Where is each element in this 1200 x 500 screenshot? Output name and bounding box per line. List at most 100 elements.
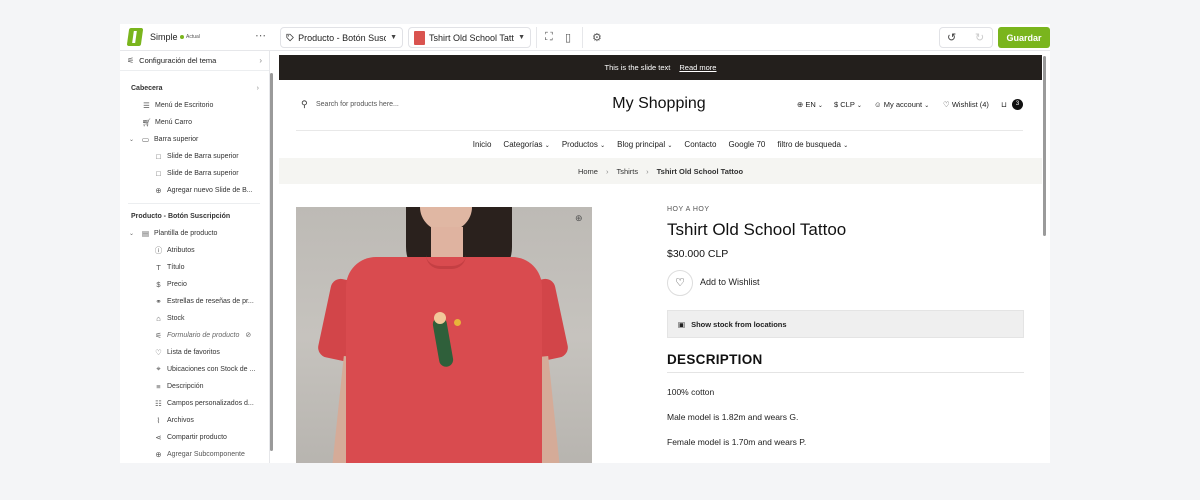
sidebar-item-attributes[interactable]: ⓘ Atributos <box>153 242 269 258</box>
nav-item-categorias[interactable]: Categorías ⌄ <box>503 140 549 149</box>
wishlist-link[interactable]: ♡ Wishlist (4) <box>943 100 989 109</box>
cart-icon: 🛒︎ <box>141 117 152 127</box>
fullscreen-icon[interactable]: ⛶ <box>545 31 553 44</box>
nav-item-filtro[interactable]: filtro de busqueda ⌄ <box>777 140 848 149</box>
sidebar-item-review-stars[interactable]: ⚭ Estrellas de reseñas de pr... <box>153 293 269 309</box>
section-header-cabecera[interactable]: Cabecera › <box>131 80 259 96</box>
page-select-label: Producto - Botón Susc... <box>298 32 387 43</box>
eye-off-icon[interactable]: ⊘ <box>245 331 251 339</box>
text-icon: T <box>156 262 161 272</box>
menu-icon: ☰ <box>143 100 150 110</box>
sidebar-item-label: Precio <box>167 280 187 288</box>
sidebar-item-wishlist[interactable]: ♡ Lista de favoritos <box>153 344 269 360</box>
chevron-right-icon: › <box>256 84 259 92</box>
mobile-view-icon[interactable]: ▯ <box>565 31 571 44</box>
template-icon: ▤ <box>141 228 150 238</box>
nav-item-label: filtro de busqueda <box>777 139 841 149</box>
cart-count-badge: 3 <box>1012 99 1023 110</box>
heart-icon: ♡ <box>943 100 950 109</box>
preview-scrollbar[interactable] <box>1043 56 1046 236</box>
sidebar-item-label: Campos personalizados d... <box>167 399 254 407</box>
sidebar-item-description[interactable]: ≡ Descripción <box>153 378 269 394</box>
save-button[interactable]: Guardar <box>998 27 1050 48</box>
sidebar-item-label: Menú Carro <box>155 118 192 126</box>
search-icon[interactable]: ⚲ <box>301 99 308 110</box>
chevron-down-icon: ⌄ <box>600 142 606 149</box>
description-heading: DESCRIPTION <box>667 352 763 367</box>
sidebar-item-stock-locations[interactable]: ⌖ Ubicaciones con Stock de ... <box>153 361 269 377</box>
section-header-label: Producto - Botón Suscripción <box>131 212 231 220</box>
add-subcomponent-button[interactable]: ⊕ Agregar Subcomponente <box>153 446 269 462</box>
breadcrumb: Home › Tshirts › Tshirt Old School Tatto… <box>279 158 1042 184</box>
sidebar-item-stock[interactable]: ⌂ Stock <box>153 310 269 326</box>
store-preview: This is the slide text Read more ⚲ Searc… <box>279 55 1046 463</box>
nav-item-google[interactable]: Google 70 <box>728 140 765 149</box>
redo-icon[interactable]: ↻ <box>975 31 984 44</box>
sidebar-item-product-template[interactable]: ⌄ ▤ Plantilla de producto <box>128 225 268 241</box>
add-slide-button[interactable]: ⊕ Agregar nuevo Slide de B... <box>153 182 269 198</box>
divider <box>536 27 537 48</box>
nav-item-blog[interactable]: Blog principal ⌄ <box>617 140 672 149</box>
sidebar-item-product-form[interactable]: ⚟ Formulario de producto ⊘ <box>153 327 269 343</box>
announcement-link[interactable]: Read more <box>679 63 716 72</box>
divider <box>667 372 1024 373</box>
sidebar-item-slide-1[interactable]: □ Slide de Barra superior <box>153 148 269 164</box>
sidebar-scrollbar[interactable] <box>270 73 273 451</box>
currency-select[interactable]: $ CLP ⌄ <box>834 100 862 109</box>
theme-name[interactable]: Simple <box>150 32 178 42</box>
sidebar-item-top-bar[interactable]: ⌄ ▭ Barra superior <box>128 131 268 147</box>
sidebar-item-share[interactable]: ⋖ Compartir producto <box>153 429 269 445</box>
product-select-label: Tshirt Old School Tattoo <box>429 32 514 43</box>
wishlist-label: Wishlist (4) <box>951 100 989 109</box>
undo-icon[interactable]: ↺ <box>947 31 956 44</box>
section-header-product[interactable]: Producto - Botón Suscripción <box>131 208 269 224</box>
store-brand[interactable]: My Shopping <box>579 95 739 113</box>
account-menu[interactable]: ☺ My account ⌄ <box>874 100 929 109</box>
account-label: My account <box>883 100 923 109</box>
search-input[interactable]: Search for products here... <box>316 101 399 108</box>
ellipsis-icon[interactable]: ⋯ <box>255 29 267 42</box>
breadcrumb-home[interactable]: Home <box>578 167 598 176</box>
sidebar-item-label: Barra superior <box>154 135 199 143</box>
theme-config-item[interactable]: ⚟ Configuración del tema › <box>120 51 269 71</box>
product-select[interactable]: Tshirt Old School Tattoo ▼ <box>408 27 531 48</box>
sidebar-item-custom-fields[interactable]: ☷ Campos personalizados d... <box>153 395 269 411</box>
dollar-icon: $ <box>156 279 161 289</box>
sidebar-item-label: Agregar nuevo Slide de B... <box>167 186 253 194</box>
divider <box>296 130 1023 131</box>
product-vendor[interactable]: HOY A HOY <box>667 206 710 213</box>
breadcrumb-category[interactable]: Tshirts <box>616 167 638 176</box>
sidebar-item-files[interactable]: ⌇ Archivos <box>153 412 269 428</box>
sidebar-item-desktop-menu[interactable]: ☰ Menú de Escritorio <box>141 97 269 113</box>
settings-gear-icon[interactable]: ⚙ <box>592 31 602 44</box>
product-image[interactable] <box>296 207 592 463</box>
chevron-down-icon: ⌄ <box>667 142 673 149</box>
active-dot-icon <box>180 35 184 39</box>
sidebar-item-slide-2[interactable]: □ Slide de Barra superior <box>153 165 269 181</box>
nav-item-inicio[interactable]: Inicio <box>473 140 492 149</box>
sidebar-item-cart-menu[interactable]: 🛒︎ Menú Carro <box>141 114 269 130</box>
zoom-icon[interactable]: ⊕ <box>575 213 583 224</box>
store-icon: ▣ <box>678 319 686 329</box>
nav-item-label: Categorías <box>503 139 543 149</box>
tag-icon <box>286 33 294 42</box>
app-logo <box>126 28 144 46</box>
heart-icon[interactable]: ♡ <box>667 270 693 296</box>
page-template-select[interactable]: Producto - Botón Susc... ▼ <box>280 27 403 48</box>
cart-icon[interactable]: ⊔ <box>1001 100 1007 109</box>
image-print <box>434 312 446 324</box>
nav-item-productos[interactable]: Productos ⌄ <box>562 140 605 149</box>
stock-locations-button[interactable]: ▣ Show stock from locations <box>667 310 1024 338</box>
image-print <box>454 319 461 326</box>
language-select[interactable]: ⊕ EN ⌄ <box>797 100 823 109</box>
sidebar-item-label: Título <box>167 263 185 271</box>
sidebar-item-label: Agregar Subcomponente <box>167 450 245 458</box>
location-pin-icon: ⌖ <box>156 364 161 373</box>
sidebar-item-title[interactable]: T Título <box>153 259 269 275</box>
sidebar-item-price[interactable]: $ Precio <box>153 276 269 292</box>
nav-item-contacto[interactable]: Contacto <box>684 140 716 149</box>
sidebar-item-label: Formulario de producto <box>167 331 240 339</box>
add-to-wishlist[interactable]: Add to Wishlist <box>700 277 760 287</box>
user-icon: ☺ <box>874 100 882 109</box>
currency-icon: $ <box>834 100 839 109</box>
